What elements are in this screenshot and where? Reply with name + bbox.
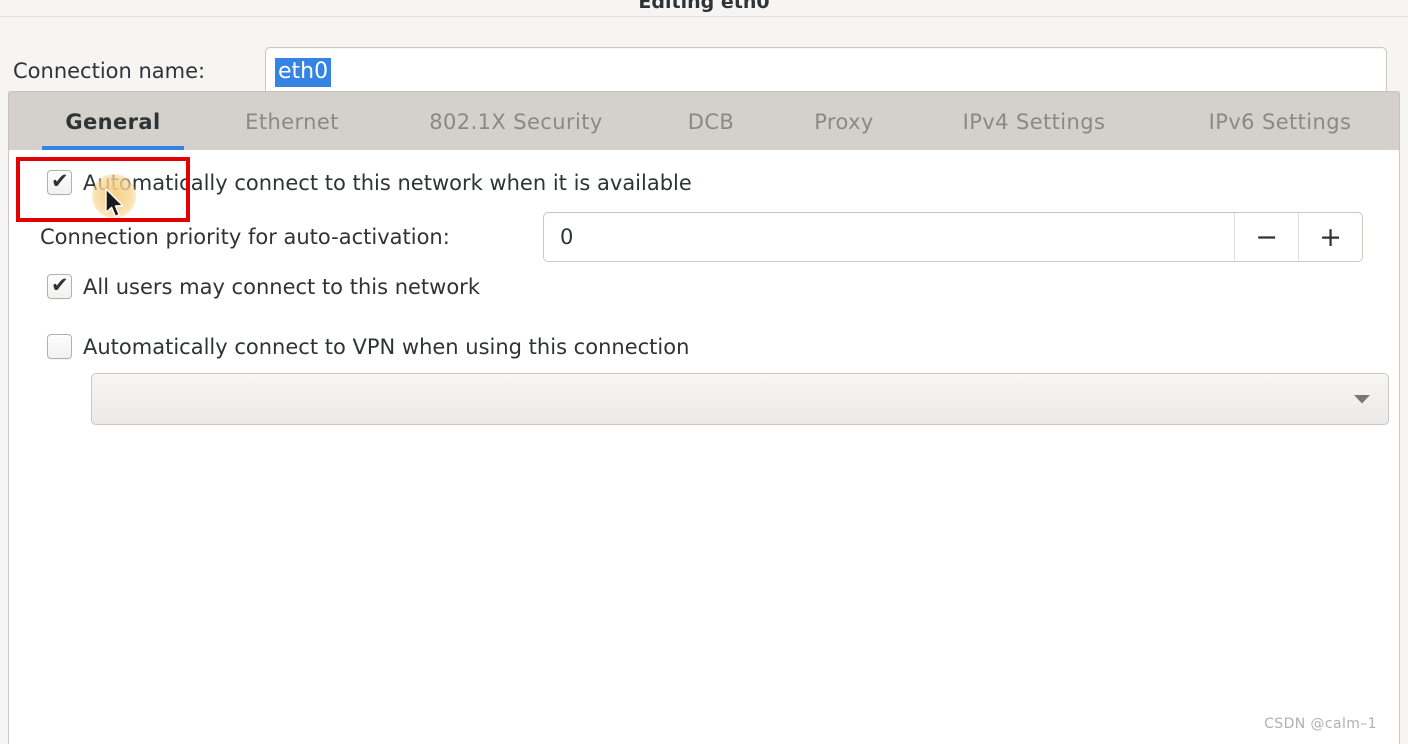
- tab-label: DCB: [687, 109, 735, 134]
- check-icon: ✔: [51, 273, 69, 297]
- connection-priority-row: Connection priority for auto-activation:…: [31, 212, 1364, 262]
- connection-name-input[interactable]: eth0: [265, 47, 1387, 97]
- tab-proxy[interactable]: Proxy: [781, 92, 907, 151]
- all-users-checkbox-row[interactable]: ✔ All users may connect to this network: [47, 274, 480, 299]
- tab-label: Proxy: [814, 109, 874, 134]
- editing-connection-window: Editing eth0 Connection name: eth0 Gener…: [0, 0, 1408, 744]
- connection-name-row: Connection name: eth0: [0, 17, 1408, 97]
- window-titlebar: Editing eth0: [0, 0, 1408, 17]
- tab-label: General: [65, 109, 161, 134]
- tab-802-1x-security[interactable]: 802.1X Security: [391, 92, 641, 151]
- tab-label: 802.1X Security: [429, 109, 603, 134]
- all-users-checkbox[interactable]: ✔: [47, 274, 72, 299]
- auto-connect-checkbox-row[interactable]: ✔ Automatically connect to this network …: [47, 170, 692, 195]
- auto-connect-checkbox[interactable]: ✔: [47, 170, 72, 195]
- tab-label: IPv4 Settings: [962, 109, 1106, 134]
- connection-name-value: eth0: [275, 58, 332, 87]
- priority-increment-button[interactable]: +: [1298, 213, 1362, 261]
- tab-label: IPv6 Settings: [1208, 109, 1352, 134]
- window-edge-right: [1399, 17, 1408, 744]
- connection-priority-input[interactable]: 0: [544, 213, 1234, 261]
- tab-general[interactable]: General: [33, 92, 193, 151]
- check-icon: [51, 336, 70, 355]
- auto-vpn-checkbox[interactable]: [47, 334, 72, 359]
- general-tab-panel: ✔ Automatically connect to this network …: [8, 150, 1400, 744]
- tab-ipv4-settings[interactable]: IPv4 Settings: [923, 92, 1145, 151]
- window-title: Editing eth0: [638, 0, 770, 13]
- auto-connect-label: Automatically connect to this network wh…: [83, 170, 692, 195]
- priority-decrement-button[interactable]: −: [1234, 213, 1298, 261]
- auto-vpn-label: Automatically connect to VPN when using …: [83, 334, 690, 359]
- tab-label: Ethernet: [245, 109, 339, 134]
- connection-name-label: Connection name:: [13, 59, 206, 83]
- vpn-connection-combobox[interactable]: [91, 373, 1389, 425]
- auto-vpn-checkbox-row[interactable]: Automatically connect to VPN when using …: [47, 334, 689, 359]
- watermark-text: CSDN @calm–1: [1264, 716, 1377, 732]
- chevron-down-icon: [1336, 394, 1388, 405]
- tab-ipv6-settings[interactable]: IPv6 Settings: [1169, 92, 1391, 151]
- connection-priority-spinner[interactable]: 0 − +: [543, 212, 1363, 262]
- connection-priority-label: Connection priority for auto-activation:: [40, 225, 450, 249]
- settings-tabbar: General Ethernet 802.1X Security DCB Proxy IP…: [8, 91, 1400, 151]
- tab-ethernet[interactable]: Ethernet: [209, 92, 375, 151]
- all-users-label: All users may connect to this network: [83, 274, 480, 299]
- tab-dcb[interactable]: DCB: [657, 92, 765, 151]
- check-icon: ✔: [51, 169, 69, 193]
